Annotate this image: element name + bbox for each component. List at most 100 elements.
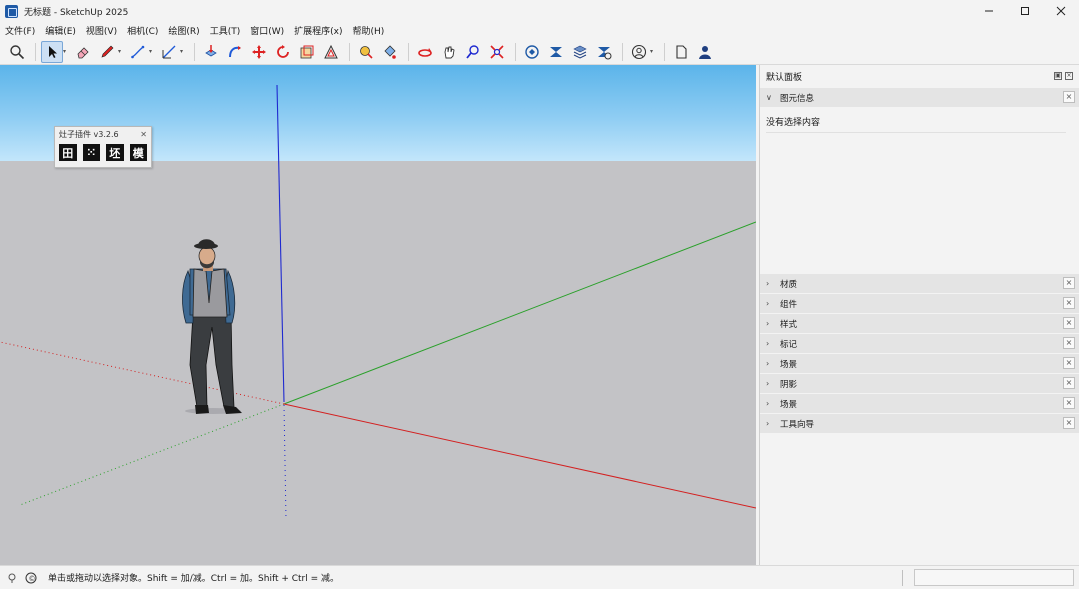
panel-label: 工具向导 bbox=[780, 419, 815, 430]
zoom-extents-tool-button[interactable] bbox=[486, 41, 508, 63]
pushpull-tool-button[interactable] bbox=[200, 41, 222, 63]
panel-shadows[interactable]: › 阴影 × bbox=[760, 374, 1079, 393]
panel-components[interactable]: › 组件 × bbox=[760, 294, 1079, 313]
select-tool-button[interactable] bbox=[41, 40, 63, 63]
rectangle-tool-button[interactable] bbox=[158, 41, 180, 63]
followme-tool-button[interactable] bbox=[224, 41, 246, 63]
paint-tool-button[interactable] bbox=[379, 41, 401, 63]
menu-camera[interactable]: 相机(C) bbox=[127, 24, 158, 37]
toolbar-divider bbox=[35, 42, 36, 61]
sketchup-window: 无标题 - SketchUp 2025 文件(F) 编辑(E) 视图(V) 相机… bbox=[0, 0, 1079, 589]
account-button[interactable] bbox=[694, 41, 716, 63]
plugin-grid-button[interactable]: 田 bbox=[59, 144, 77, 161]
line-icon bbox=[131, 45, 145, 58]
tray-title: 默认面板 bbox=[766, 72, 803, 83]
close-icon bbox=[1056, 6, 1066, 16]
warehouse-button[interactable] bbox=[521, 41, 543, 63]
red-axis-negative bbox=[0, 341, 285, 405]
chevron-down-icon: ∨ bbox=[766, 93, 772, 102]
model-viewport[interactable]: 灶子插件 v3.2.6 ✕ 田 ⁙ 坯 模 bbox=[0, 65, 756, 565]
minimize-button[interactable] bbox=[971, 0, 1007, 22]
search-icon bbox=[10, 44, 25, 59]
menu-draw[interactable]: 绘图(R) bbox=[168, 24, 199, 37]
line-tool-button[interactable] bbox=[127, 41, 149, 63]
menu-tools[interactable]: 工具(T) bbox=[210, 24, 241, 37]
profile-dropdown-arrow[interactable]: ▾ bbox=[650, 48, 656, 55]
extension-manager-icon bbox=[598, 46, 612, 59]
profile-button[interactable] bbox=[628, 41, 650, 63]
followme-icon bbox=[229, 45, 241, 57]
panel-styles[interactable]: › 样式 × bbox=[760, 314, 1079, 333]
plugin-blank-button[interactable]: 坯 bbox=[106, 144, 124, 161]
new-model-button[interactable] bbox=[670, 41, 692, 63]
panel-scenes[interactable]: › 场景 × bbox=[760, 354, 1079, 373]
shape-dropdown-arrow[interactable]: ▾ bbox=[180, 48, 186, 55]
panel-close-icon[interactable]: × bbox=[1063, 317, 1075, 329]
panel-close-icon[interactable]: × bbox=[1063, 337, 1075, 349]
panel-close-icon[interactable]: × bbox=[1063, 277, 1075, 289]
panel-scenes-2[interactable]: › 场景 × bbox=[760, 394, 1079, 413]
account-icon bbox=[699, 45, 711, 59]
status-divider bbox=[902, 570, 903, 586]
blue-axis bbox=[276, 84, 285, 403]
scale-tool-button[interactable] bbox=[296, 41, 318, 63]
pin-icon[interactable]: ▣ bbox=[1054, 72, 1062, 80]
plugin-header[interactable]: 灶子插件 v3.2.6 ✕ bbox=[55, 127, 151, 141]
menu-extensions[interactable]: 扩展程序(x) bbox=[294, 24, 342, 37]
chevron-right-icon: › bbox=[766, 279, 770, 288]
close-button[interactable] bbox=[1043, 0, 1079, 22]
pencil-icon bbox=[101, 45, 114, 57]
panel-materials[interactable]: › 材质 × bbox=[760, 274, 1079, 293]
zoom-extents-icon bbox=[490, 44, 504, 59]
pan-icon bbox=[444, 46, 455, 58]
panel-close-icon[interactable]: × bbox=[1063, 297, 1075, 309]
arc-dropdown-arrow[interactable]: ▾ bbox=[149, 48, 155, 55]
plugin-dots-button[interactable]: ⁙ bbox=[82, 144, 100, 161]
move-tool-button[interactable] bbox=[248, 41, 270, 63]
warehouse-icon bbox=[525, 44, 539, 59]
search-button[interactable] bbox=[6, 41, 28, 63]
menu-window[interactable]: 窗口(W) bbox=[250, 24, 284, 37]
tapemeasure-tool-button[interactable] bbox=[355, 41, 377, 63]
extension-manager-button[interactable] bbox=[593, 41, 615, 63]
maximize-button[interactable] bbox=[1007, 0, 1043, 22]
rotate-tool-button[interactable] bbox=[272, 41, 294, 63]
plugin-close-icon[interactable]: ✕ bbox=[140, 130, 147, 139]
chevron-right-icon: › bbox=[766, 339, 770, 348]
panel-close-icon[interactable]: × bbox=[1063, 357, 1075, 369]
pencil-tool-button[interactable] bbox=[96, 41, 118, 63]
panel-tags[interactable]: › 标记 × bbox=[760, 334, 1079, 353]
select-dropdown-arrow[interactable]: ▾ bbox=[63, 48, 69, 55]
offset-tool-button[interactable] bbox=[320, 41, 342, 63]
menu-file[interactable]: 文件(F) bbox=[5, 24, 35, 37]
panel-instructor[interactable]: › 工具向导 × bbox=[760, 414, 1079, 433]
tray-close-icon[interactable]: × bbox=[1065, 72, 1073, 80]
measurements-box[interactable] bbox=[914, 569, 1074, 586]
panel-label: 组件 bbox=[780, 299, 798, 310]
layout-button[interactable] bbox=[569, 41, 591, 63]
panel-entity-info[interactable]: ∨ 图元信息 × bbox=[760, 88, 1079, 107]
panel-close-icon[interactable]: × bbox=[1063, 377, 1075, 389]
pan-tool-button[interactable] bbox=[438, 41, 460, 63]
pencil-dropdown-arrow[interactable]: ▾ bbox=[118, 48, 124, 55]
panel-close-icon[interactable]: × bbox=[1063, 397, 1075, 409]
chevron-right-icon: › bbox=[766, 359, 770, 368]
extension-warehouse-button[interactable] bbox=[545, 41, 567, 63]
plugin-toolbar[interactable]: 灶子插件 v3.2.6 ✕ 田 ⁙ 坯 模 bbox=[54, 126, 152, 168]
window-controls bbox=[971, 0, 1079, 22]
menu-view[interactable]: 视图(V) bbox=[86, 24, 117, 37]
zoom-tool-button[interactable] bbox=[462, 41, 484, 63]
credits-icon[interactable]: © bbox=[24, 571, 38, 585]
orbit-tool-button[interactable] bbox=[414, 41, 436, 63]
eraser-tool-button[interactable] bbox=[72, 41, 94, 63]
panel-label: 样式 bbox=[780, 319, 798, 330]
panel-close-icon[interactable]: × bbox=[1063, 91, 1075, 103]
plugin-model-button[interactable]: 模 bbox=[129, 144, 147, 161]
toolbar-divider bbox=[664, 42, 665, 61]
plugin-title: 灶子插件 v3.2.6 bbox=[59, 129, 119, 139]
extension-warehouse-icon bbox=[550, 46, 562, 57]
menu-edit[interactable]: 编辑(E) bbox=[45, 24, 76, 37]
panel-close-icon[interactable]: × bbox=[1063, 417, 1075, 429]
menu-help[interactable]: 帮助(H) bbox=[353, 24, 385, 37]
geolocation-icon[interactable] bbox=[5, 571, 19, 585]
